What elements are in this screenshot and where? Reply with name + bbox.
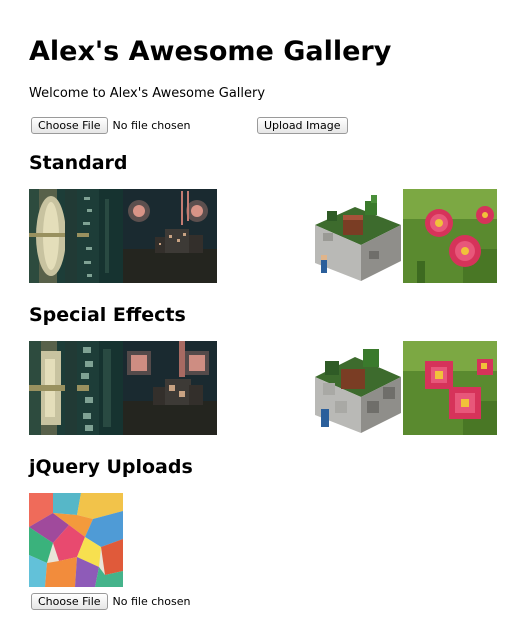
lego-minecraft-image[interactable] bbox=[309, 189, 403, 283]
colorful-cubes-image[interactable] bbox=[29, 493, 123, 587]
jquery-no-file-chosen-text: No file chosen bbox=[112, 594, 191, 608]
jquery-upload-form: Choose File No file chosen bbox=[31, 592, 190, 610]
pink-flowers-image-effect[interactable] bbox=[403, 341, 497, 435]
page-title: Alex's Awesome Gallery bbox=[29, 36, 392, 67]
section-title-special-effects: Special Effects bbox=[29, 304, 186, 326]
section-title-standard: Standard bbox=[29, 152, 128, 174]
lake-image[interactable] bbox=[29, 189, 123, 283]
no-file-chosen-text: No file chosen bbox=[112, 118, 191, 132]
night-scene-image-effect[interactable] bbox=[123, 341, 217, 435]
lake-image-effect[interactable] bbox=[29, 341, 123, 435]
welcome-text: Welcome to Alex's Awesome Gallery bbox=[29, 86, 266, 101]
night-scene-image[interactable] bbox=[123, 189, 217, 283]
pink-flowers-image[interactable] bbox=[403, 189, 497, 283]
lego-minecraft-image-effect[interactable] bbox=[309, 341, 403, 435]
upload-form: Choose File No file chosen bbox=[31, 116, 190, 134]
upload-image-button[interactable]: Upload Image bbox=[257, 117, 348, 134]
jquery-choose-file-button[interactable]: Choose File bbox=[31, 592, 108, 610]
choose-file-button[interactable]: Choose File bbox=[31, 116, 108, 134]
section-title-jquery-uploads: jQuery Uploads bbox=[29, 456, 193, 478]
